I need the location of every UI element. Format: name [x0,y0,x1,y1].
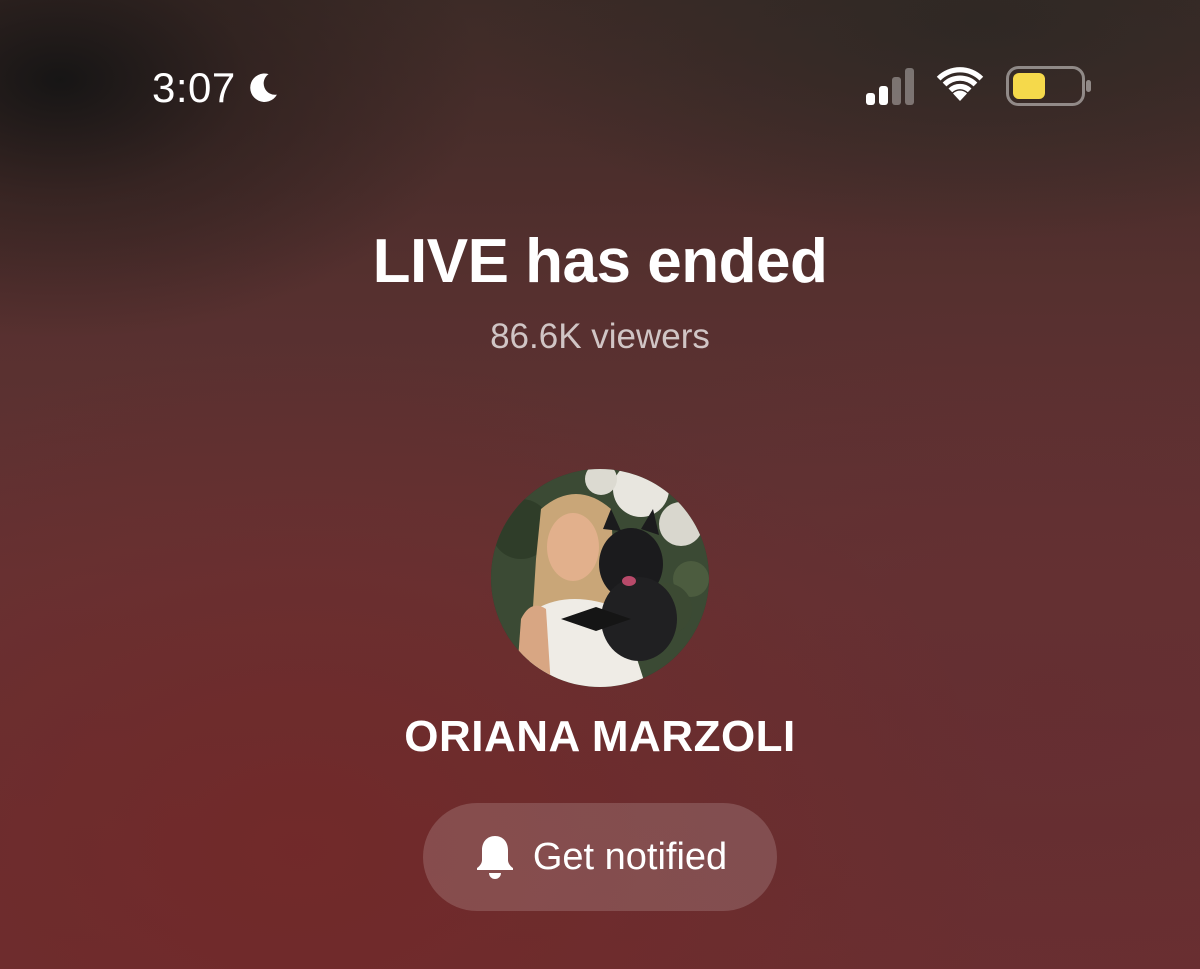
live-ended-title: LIVE has ended [372,227,828,296]
battery-icon [1006,66,1091,106]
host-name[interactable]: ORIANA MARZOLI [0,712,1200,762]
profile-photo [491,469,709,687]
clock-time: 3:07 [152,64,236,111]
wifi-icon [936,67,984,101]
get-notified-button[interactable]: Get notified [423,803,777,911]
moon-icon [249,73,277,102]
status-bar-time: 3:07 [152,64,282,112]
status-bar-indicators [866,66,1092,106]
viewer-count: 86.6K viewers [490,317,710,356]
cellular-signal-icon [866,67,914,105]
bell-icon [476,836,513,879]
get-notified-label: Get notified [532,835,728,878]
host-avatar[interactable] [491,469,709,687]
